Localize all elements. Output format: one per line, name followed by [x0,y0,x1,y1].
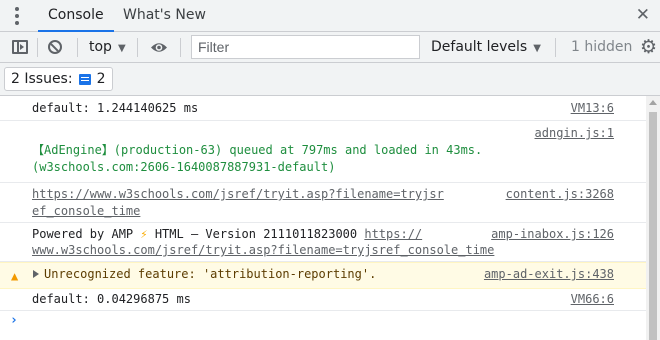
message-icon [78,73,91,85]
issues-bar: 2 Issues: 2 [0,63,660,96]
close-drawer-icon[interactable]: ✕ [636,7,650,24]
message-text: default: 0.04296875 ms [32,292,191,306]
source-link[interactable]: amp-ad-exit.js:438 [484,266,614,283]
chevron-down-icon: ▼ [533,43,541,54]
console-message: https://www.w3schools.com/jsref/tryit.as… [0,183,646,223]
message-text: (w3schools.com:2606-1640087887931-defaul… [32,160,336,174]
log-levels-dropdown[interactable]: Default levels ▼ [431,32,541,63]
tab-console[interactable]: Console [38,0,114,32]
toolbar-divider [37,38,38,57]
console-message: default: 0.04296875 ms VM66:6 [0,289,646,311]
console-message: default: 1.244140625 ms VM13:6 [0,96,646,121]
console-message: Powered by AMP ⚡ HTML – Version 21110118… [0,223,646,262]
message-url[interactable]: https://www.w3schools.com/jsref/tryit.as… [32,186,444,203]
issues-label: 2 Issues: [11,71,73,87]
expand-arrow-icon[interactable] [33,270,39,278]
show-sidebar-icon[interactable] [12,40,28,54]
scrollbar-thumb[interactable] [649,112,657,340]
toolbar-divider [77,38,78,57]
console-toolbar: top ▼ Default levels ▼ 1 hidden ⚙ [0,32,660,63]
filter-input[interactable] [191,35,420,59]
warning-icon: ▲ [11,269,19,283]
issues-button[interactable]: 2 Issues: 2 [4,67,113,91]
issues-count: 2 [96,71,106,87]
warning-text: Unrecognized feature: 'attribution-repor… [44,267,377,281]
console-prompt[interactable]: › [10,313,18,328]
devtools-tabbar: Console What's New ✕ [0,0,660,32]
source-link[interactable]: amp-inabox.js:126 [491,226,614,243]
source-link[interactable]: VM66:6 [571,291,614,308]
more-tabs-icon[interactable] [13,6,21,26]
eye-icon[interactable] [150,41,168,54]
message-text: 【AdEngine】(production-63) queued at 797m… [32,143,483,157]
bolt-icon: ⚡ [140,227,148,241]
message-url[interactable]: www.w3schools.com/jsref/tryit.asp?filena… [32,242,494,259]
console-warning[interactable]: ▲ Unrecognized feature: 'attribution-rep… [0,262,646,289]
chevron-down-icon: ▼ [117,43,126,54]
scroll-up-arrow-icon[interactable] [649,100,657,105]
toolbar-divider [180,38,181,57]
toolbar-divider [555,38,556,57]
console-messages: default: 1.244140625 ms VM13:6 adngin.js… [0,96,646,340]
message-url[interactable]: ef_console_time [32,203,140,220]
message-text: default: 1.244140625 ms [32,101,199,115]
source-link[interactable]: VM13:6 [571,100,614,117]
message-text-part: HTML – Version 2111011823000 [147,227,365,241]
message-text-part: Powered by AMP [32,227,141,241]
console-message: adngin.js:1 【AdEngine】(production-63) qu… [0,121,646,183]
toolbar-divider [137,38,138,57]
message-url[interactable]: https:// [364,227,422,241]
context-selector-label: top [89,39,112,55]
context-selector[interactable]: top ▼ [89,32,126,63]
message-text: Powered by AMP ⚡ HTML – Version 21110118… [32,226,422,243]
vertical-scrollbar[interactable] [646,96,660,340]
log-levels-label: Default levels [431,39,528,55]
gear-icon[interactable]: ⚙ [640,38,657,57]
hidden-count: 1 hidden [571,39,633,55]
tab-whats-new[interactable]: What's New [123,0,206,31]
source-link[interactable]: content.js:3268 [506,186,614,203]
clear-console-icon[interactable] [48,40,62,54]
source-link[interactable]: adngin.js:1 [535,125,614,142]
